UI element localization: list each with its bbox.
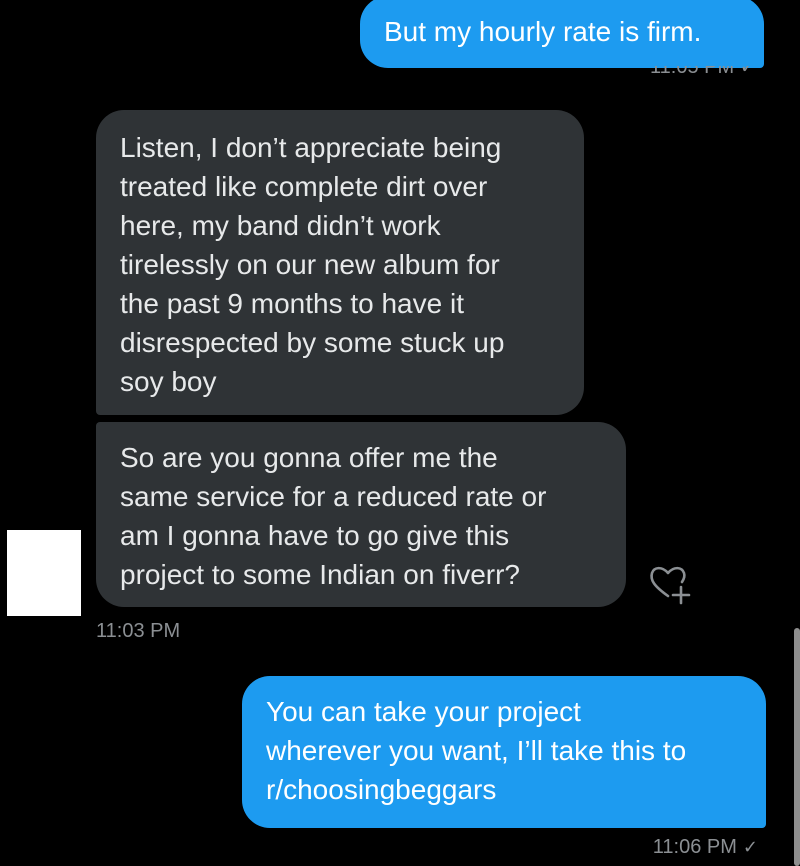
received-message-bubble[interactable]: So are you gonna offer me the same servi…: [96, 422, 626, 607]
avatar[interactable]: [7, 530, 81, 616]
message-timestamp: 11:05 PM ✓: [650, 66, 762, 74]
message-timestamp: 11:06 PM ✓: [653, 836, 758, 859]
sent-message-bubble[interactable]: You can take your project wherever you w…: [242, 676, 766, 828]
message-timestamp: 11:03 PM: [96, 620, 181, 642]
timestamp-text: 11:06 PM: [652, 836, 737, 858]
check-icon: ✓: [742, 837, 758, 857]
sent-message-bubble[interactable]: But my hourly rate is firm.: [360, 0, 764, 68]
scrollbar[interactable]: [794, 628, 800, 866]
heart-plus-icon[interactable]: [646, 560, 692, 606]
received-message-bubble[interactable]: Listen, I don’t appreciate being treated…: [96, 110, 584, 415]
